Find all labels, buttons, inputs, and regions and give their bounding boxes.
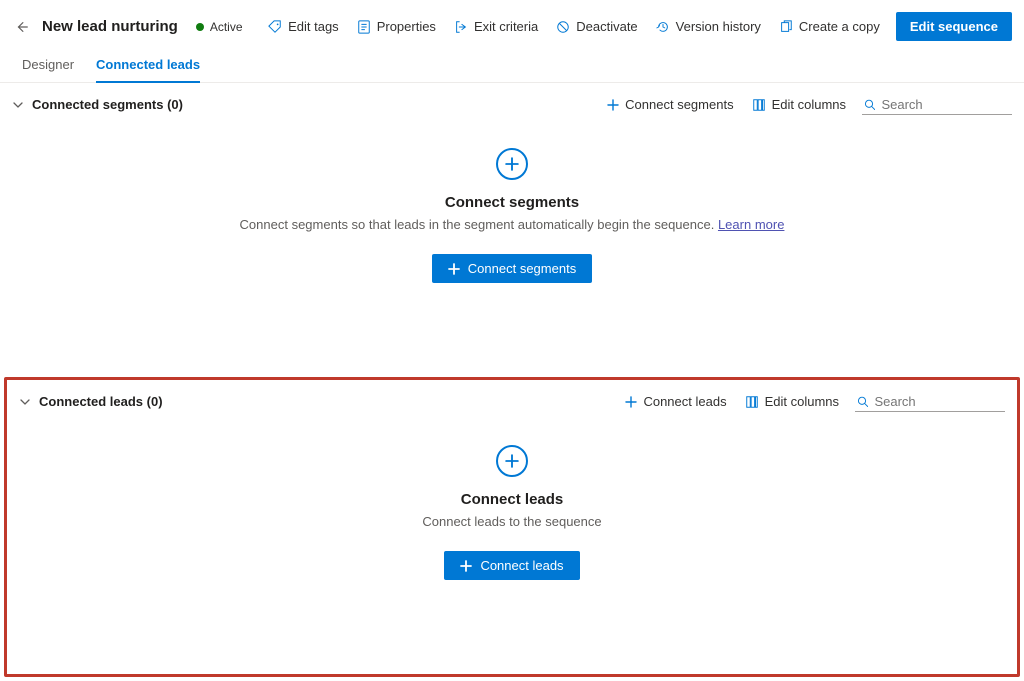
search-icon [857,395,868,408]
segments-toolbar: Connect segments Edit columns [605,93,1012,116]
tag-icon [268,20,282,34]
copy-icon [779,20,793,34]
tab-connected-leads[interactable]: Connected leads [96,51,200,83]
connect-leads-button-label: Connect leads [480,558,563,573]
leads-edit-columns-button[interactable]: Edit columns [743,390,841,413]
edit-sequence-button[interactable]: Edit sequence [896,12,1012,41]
segments-edit-columns-label: Edit columns [772,97,846,112]
header-left: New lead nurturing Active [12,17,243,37]
exit-criteria-button[interactable]: Exit criteria [452,15,540,38]
columns-icon [752,98,766,112]
segments-plus-circle-icon [496,148,528,180]
connect-leads-toolbar-label: Connect leads [643,394,726,409]
page-title: New lead nurturing [42,18,178,35]
segments-section: Connected segments (0) Connect segments … [0,83,1024,317]
leads-section-title: Connected leads (0) [39,394,163,409]
search-icon [864,98,875,111]
connect-leads-toolbar-button[interactable]: Connect leads [623,390,728,413]
leads-empty-title: Connect leads [461,491,564,508]
segments-collapse-toggle[interactable] [12,100,24,110]
plus-icon [625,396,637,408]
plus-icon [460,560,472,572]
status-label: Active [210,20,243,34]
leads-section-left: Connected leads (0) [19,394,163,409]
segments-edit-columns-button[interactable]: Edit columns [750,93,848,116]
chevron-down-icon [13,100,23,110]
edit-tags-label: Edit tags [288,19,339,34]
header-commands: Edit tags Properties Exit criteria Deact… [266,12,1012,41]
leads-plus-circle-icon [496,445,528,477]
leads-highlight-box: Connected leads (0) Connect leads Edit c… [4,377,1020,677]
segments-empty-desc-text: Connect segments so that leads in the se… [240,217,718,232]
properties-button[interactable]: Properties [355,15,438,38]
edit-tags-button[interactable]: Edit tags [266,15,341,38]
plus-icon [607,99,619,111]
segments-section-title: Connected segments (0) [32,97,183,112]
connect-segments-button-label: Connect segments [468,261,576,276]
status-pill: Active [196,20,243,34]
deactivate-icon [556,20,570,34]
tab-designer[interactable]: Designer [22,51,74,83]
arrow-left-icon [15,20,29,34]
leads-search-input[interactable] [874,394,1003,409]
leads-toolbar: Connect leads Edit columns [623,390,1005,413]
leads-empty-state: Connect leads Connect leads to the seque… [7,419,1017,614]
version-history-label: Version history [676,19,761,34]
exit-criteria-label: Exit criteria [474,19,538,34]
segments-empty-title: Connect segments [445,194,579,211]
deactivate-button[interactable]: Deactivate [554,15,639,38]
version-history-button[interactable]: Version history [654,15,763,38]
segments-search-input[interactable] [881,97,1010,112]
connect-segments-toolbar-label: Connect segments [625,97,733,112]
deactivate-label: Deactivate [576,19,637,34]
chevron-down-icon [20,397,30,407]
segments-section-left: Connected segments (0) [12,97,183,112]
page-header: New lead nurturing Active Edit tags Prop… [0,0,1024,45]
leads-section-bar: Connected leads (0) Connect leads Edit c… [7,380,1017,419]
create-copy-button[interactable]: Create a copy [777,15,882,38]
plus-icon [448,263,460,275]
connect-segments-toolbar-button[interactable]: Connect segments [605,93,735,116]
leads-search[interactable] [855,392,1005,412]
learn-more-link[interactable]: Learn more [718,217,784,232]
create-copy-label: Create a copy [799,19,880,34]
segments-empty-desc: Connect segments so that leads in the se… [240,217,785,232]
tabs: Designer Connected leads [0,45,1024,83]
leads-edit-columns-label: Edit columns [765,394,839,409]
segments-empty-state: Connect segments Connect segments so tha… [0,122,1024,317]
exit-icon [454,20,468,34]
plus-icon [505,157,519,171]
leads-empty-desc: Connect leads to the sequence [422,514,601,529]
back-button[interactable] [12,17,32,37]
status-dot-icon [196,23,204,31]
history-icon [656,20,670,34]
properties-icon [357,20,371,34]
connect-leads-button[interactable]: Connect leads [444,551,579,580]
connect-segments-button[interactable]: Connect segments [432,254,592,283]
plus-icon [505,454,519,468]
leads-collapse-toggle[interactable] [19,397,31,407]
columns-icon [745,395,759,409]
properties-label: Properties [377,19,436,34]
segments-section-bar: Connected segments (0) Connect segments … [0,83,1024,122]
segments-search[interactable] [862,95,1012,115]
